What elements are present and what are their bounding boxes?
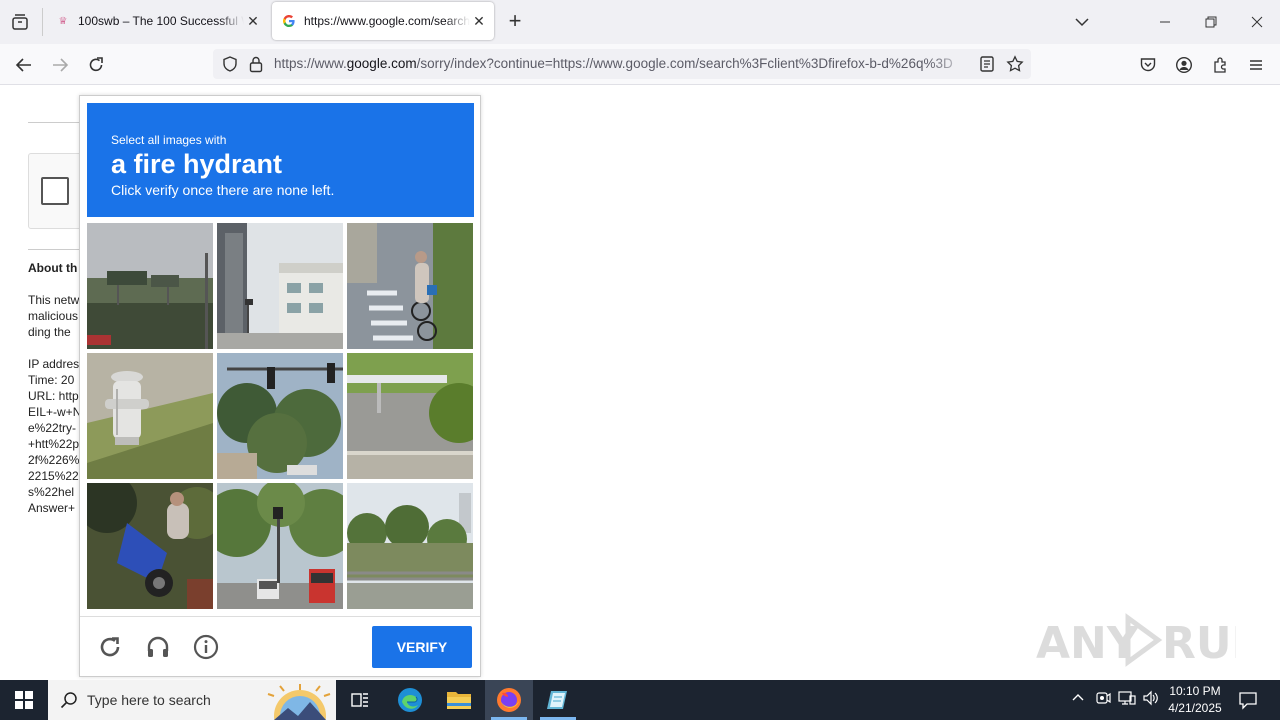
audio-challenge-icon[interactable] xyxy=(145,634,171,660)
challenge-target: a fire hydrant xyxy=(111,149,283,179)
page-paragraph: This netw malicious ding the xyxy=(28,292,79,340)
clock-time: 10:10 PM xyxy=(1169,684,1221,698)
show-hidden-icons-chevron-icon[interactable] xyxy=(1070,690,1086,709)
windows-taskbar: Type here to search 10:10 PM 4/21/2025 xyxy=(0,680,1280,720)
file-explorer-icon[interactable] xyxy=(435,680,483,720)
anyrun-watermark-logo: ANY RUN xyxy=(1036,610,1268,672)
shield-icon[interactable] xyxy=(221,55,239,76)
restore-icon[interactable] xyxy=(1201,12,1221,32)
about-heading: About th xyxy=(28,261,78,275)
network-icon[interactable] xyxy=(1118,690,1136,709)
google-favicon-icon xyxy=(282,14,296,28)
challenge-header: Select all images with a fire hydrant Cl… xyxy=(87,103,474,217)
close-window-icon[interactable] xyxy=(1247,12,1267,32)
building-traffic-light-tile[interactable] xyxy=(217,223,343,349)
system-clock[interactable]: 10:10 PM 4/21/2025 xyxy=(1160,683,1230,717)
close-tab-icon[interactable]: ✕ xyxy=(470,13,488,30)
task-view-icon[interactable] xyxy=(336,680,384,720)
notes-app-icon[interactable] xyxy=(534,680,582,720)
detail-line: URL: http xyxy=(28,389,79,403)
detail-line: 2f%226% xyxy=(28,453,80,467)
highway-sign-tile[interactable] xyxy=(87,223,213,349)
new-tab-icon[interactable]: + xyxy=(504,10,526,32)
list-tabs-chevron-icon[interactable] xyxy=(1072,12,1092,32)
bookmark-star-icon[interactable] xyxy=(1006,55,1024,76)
paragraph-line: malicious xyxy=(28,309,79,323)
info-icon[interactable] xyxy=(193,634,219,660)
detail-line: 2215%22 xyxy=(28,469,79,483)
reload-challenge-icon[interactable] xyxy=(97,634,123,660)
svg-text:RUN: RUN xyxy=(1162,618,1236,669)
instruction-note: Click verify once there are none left. xyxy=(111,182,335,198)
fire-hydrant-tile[interactable] xyxy=(87,353,213,479)
instruction-small: Select all images with xyxy=(111,133,227,147)
tab-google[interactable]: https://www.google.com/search?client=fir… xyxy=(272,2,494,40)
detail-line: EIL+-w+N xyxy=(28,405,82,419)
traffic-light-trees-tile[interactable] xyxy=(217,353,343,479)
firefox-taskbar-icon[interactable] xyxy=(485,680,533,720)
tab-divider xyxy=(42,8,43,36)
tab-title: https://www.google.com/search?client=fir… xyxy=(304,14,470,28)
footer-divider xyxy=(80,616,480,617)
verify-button[interactable]: VERIFY xyxy=(372,626,472,668)
detail-line: IP addres xyxy=(28,357,80,371)
request-details: IP addres Time: 20 URL: http EIL+-w+N e%… xyxy=(28,356,81,516)
meet-now-icon[interactable] xyxy=(1095,690,1111,709)
tab-100swb[interactable]: ♕ 100swb – The 100 Successful Women in B… xyxy=(48,2,268,40)
svg-text:ANY: ANY xyxy=(1036,618,1140,669)
volume-icon[interactable] xyxy=(1142,690,1160,709)
paragraph-line: This netw xyxy=(28,293,80,307)
url-path: /sorry/index?continue=https://www.google… xyxy=(416,56,953,71)
search-placeholder: Type here to search xyxy=(87,692,211,708)
recaptcha-checkbox[interactable] xyxy=(41,177,69,205)
pocket-icon[interactable] xyxy=(1135,52,1161,78)
navigation-bar: https://www.google.com/sorry/index?conti… xyxy=(0,44,1280,85)
url-prefix: https://www. xyxy=(274,56,347,71)
recaptcha-challenge: Select all images with a fire hydrant Cl… xyxy=(79,95,481,677)
back-icon[interactable] xyxy=(11,52,37,78)
guardrail-tile[interactable] xyxy=(347,353,473,479)
taskbar-search-box[interactable]: Type here to search xyxy=(48,680,336,720)
start-windows-icon[interactable] xyxy=(0,680,48,720)
100swb-favicon-icon: ♕ xyxy=(58,15,68,27)
close-tab-icon[interactable]: ✕ xyxy=(244,13,262,30)
tab-overview-icon[interactable] xyxy=(10,12,30,32)
notifications-icon[interactable] xyxy=(1238,690,1258,713)
minimize-icon[interactable] xyxy=(1155,12,1175,32)
account-icon[interactable] xyxy=(1171,52,1197,78)
edge-icon[interactable] xyxy=(386,680,434,720)
tab-bar: ♕ 100swb – The 100 Successful Women in B… xyxy=(0,0,1280,44)
url-text[interactable]: https://www.google.com/sorry/index?conti… xyxy=(274,56,970,71)
detail-line: Answer+ xyxy=(28,501,76,515)
detail-line: +htt%22p xyxy=(28,437,80,451)
forward-icon[interactable] xyxy=(47,52,73,78)
paragraph-line: ding the xyxy=(28,325,71,339)
lock-icon[interactable] xyxy=(248,55,264,76)
detail-line: Time: 20 xyxy=(28,373,75,387)
url-domain: google.com xyxy=(346,56,417,71)
trees-fence-tile[interactable] xyxy=(347,483,473,609)
search-icon xyxy=(60,691,78,714)
tab-title: 100swb – The 100 Successful Women in Bus… xyxy=(78,14,244,28)
detail-line: e%22try- xyxy=(28,421,77,435)
search-highlight-icon xyxy=(264,680,336,720)
street-bus-tile[interactable] xyxy=(217,483,343,609)
clock-date: 4/21/2025 xyxy=(1168,701,1222,715)
reload-icon[interactable] xyxy=(83,52,109,78)
cyclist-road-tile[interactable] xyxy=(347,223,473,349)
extensions-icon[interactable] xyxy=(1207,52,1233,78)
address-bar[interactable]: https://www.google.com/sorry/index?conti… xyxy=(213,49,1031,79)
reader-view-icon[interactable] xyxy=(978,55,996,76)
detail-line: s%22hel xyxy=(28,485,75,499)
menu-icon[interactable] xyxy=(1243,52,1269,78)
scooter-tile[interactable] xyxy=(87,483,213,609)
